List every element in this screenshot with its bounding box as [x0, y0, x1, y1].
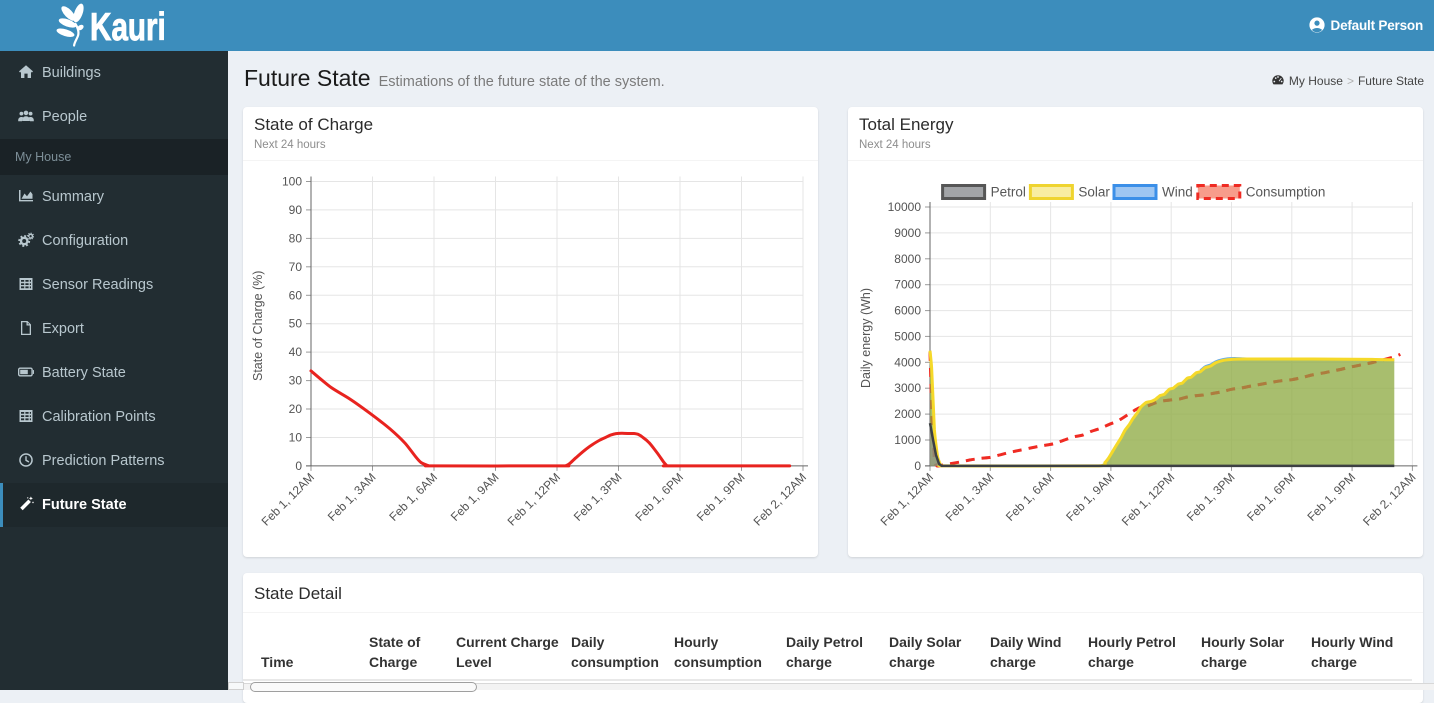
svg-text:0: 0	[295, 459, 302, 473]
svg-text:50: 50	[289, 317, 303, 331]
svg-text:Feb 1, 12AM: Feb 1, 12AM	[259, 470, 317, 528]
svg-text:Feb 1, 6PM: Feb 1, 6PM	[1244, 470, 1298, 524]
svg-text:60: 60	[289, 288, 303, 302]
svg-text:Feb 1, 6AM: Feb 1, 6AM	[386, 470, 440, 524]
svg-text:20: 20	[289, 402, 303, 416]
svg-text:3000: 3000	[894, 381, 921, 395]
svg-text:100: 100	[282, 175, 302, 189]
svg-text:9000: 9000	[894, 226, 921, 240]
svg-text:10000: 10000	[888, 200, 922, 214]
svg-text:Consumption: Consumption	[1246, 185, 1326, 200]
svg-text:2000: 2000	[894, 407, 921, 421]
svg-text:Feb 1, 9PM: Feb 1, 9PM	[1304, 470, 1358, 524]
svg-text:0: 0	[914, 459, 921, 473]
svg-text:Feb 1, 9AM: Feb 1, 9AM	[1063, 470, 1117, 524]
svg-text:70: 70	[289, 260, 303, 274]
svg-text:Feb 1, 12AM: Feb 1, 12AM	[878, 470, 936, 528]
svg-text:Kauri: Kauri	[90, 6, 166, 49]
svg-text:Feb 1, 6AM: Feb 1, 6AM	[1003, 470, 1057, 524]
svg-text:Feb 2, 12AM: Feb 2, 12AM	[1360, 470, 1418, 528]
svg-text:5000: 5000	[894, 329, 921, 343]
svg-text:Feb 1, 9AM: Feb 1, 9AM	[448, 470, 502, 524]
svg-text:30: 30	[289, 374, 303, 388]
svg-text:Feb 1, 3PM: Feb 1, 3PM	[571, 470, 625, 524]
svg-text:Solar: Solar	[1078, 185, 1110, 200]
svg-text:Wind: Wind	[1162, 185, 1193, 200]
svg-text:Daily energy (Wh): Daily energy (Wh)	[859, 288, 873, 388]
svg-text:Feb 2, 12AM: Feb 2, 12AM	[751, 470, 809, 528]
svg-text:4000: 4000	[894, 355, 921, 369]
svg-text:Petrol: Petrol	[991, 185, 1026, 200]
svg-text:10: 10	[289, 431, 303, 445]
svg-text:1000: 1000	[894, 433, 921, 447]
svg-text:8000: 8000	[894, 252, 921, 266]
svg-text:40: 40	[289, 345, 303, 359]
svg-text:80: 80	[289, 231, 303, 245]
svg-text:90: 90	[289, 203, 303, 217]
svg-text:Feb 1, 12PM: Feb 1, 12PM	[1119, 470, 1177, 528]
svg-text:Feb 1, 12PM: Feb 1, 12PM	[505, 470, 563, 528]
svg-text:Feb 1, 3AM: Feb 1, 3AM	[943, 470, 997, 524]
svg-text:Feb 1, 3PM: Feb 1, 3PM	[1184, 470, 1238, 524]
svg-text:6000: 6000	[894, 304, 921, 318]
svg-text:Feb 1, 6PM: Feb 1, 6PM	[632, 470, 686, 524]
svg-text:State of Charge (%): State of Charge (%)	[251, 271, 265, 381]
svg-text:7000: 7000	[894, 278, 921, 292]
svg-text:Feb 1, 9PM: Feb 1, 9PM	[694, 470, 748, 524]
svg-text:Feb 1, 3AM: Feb 1, 3AM	[325, 470, 379, 524]
